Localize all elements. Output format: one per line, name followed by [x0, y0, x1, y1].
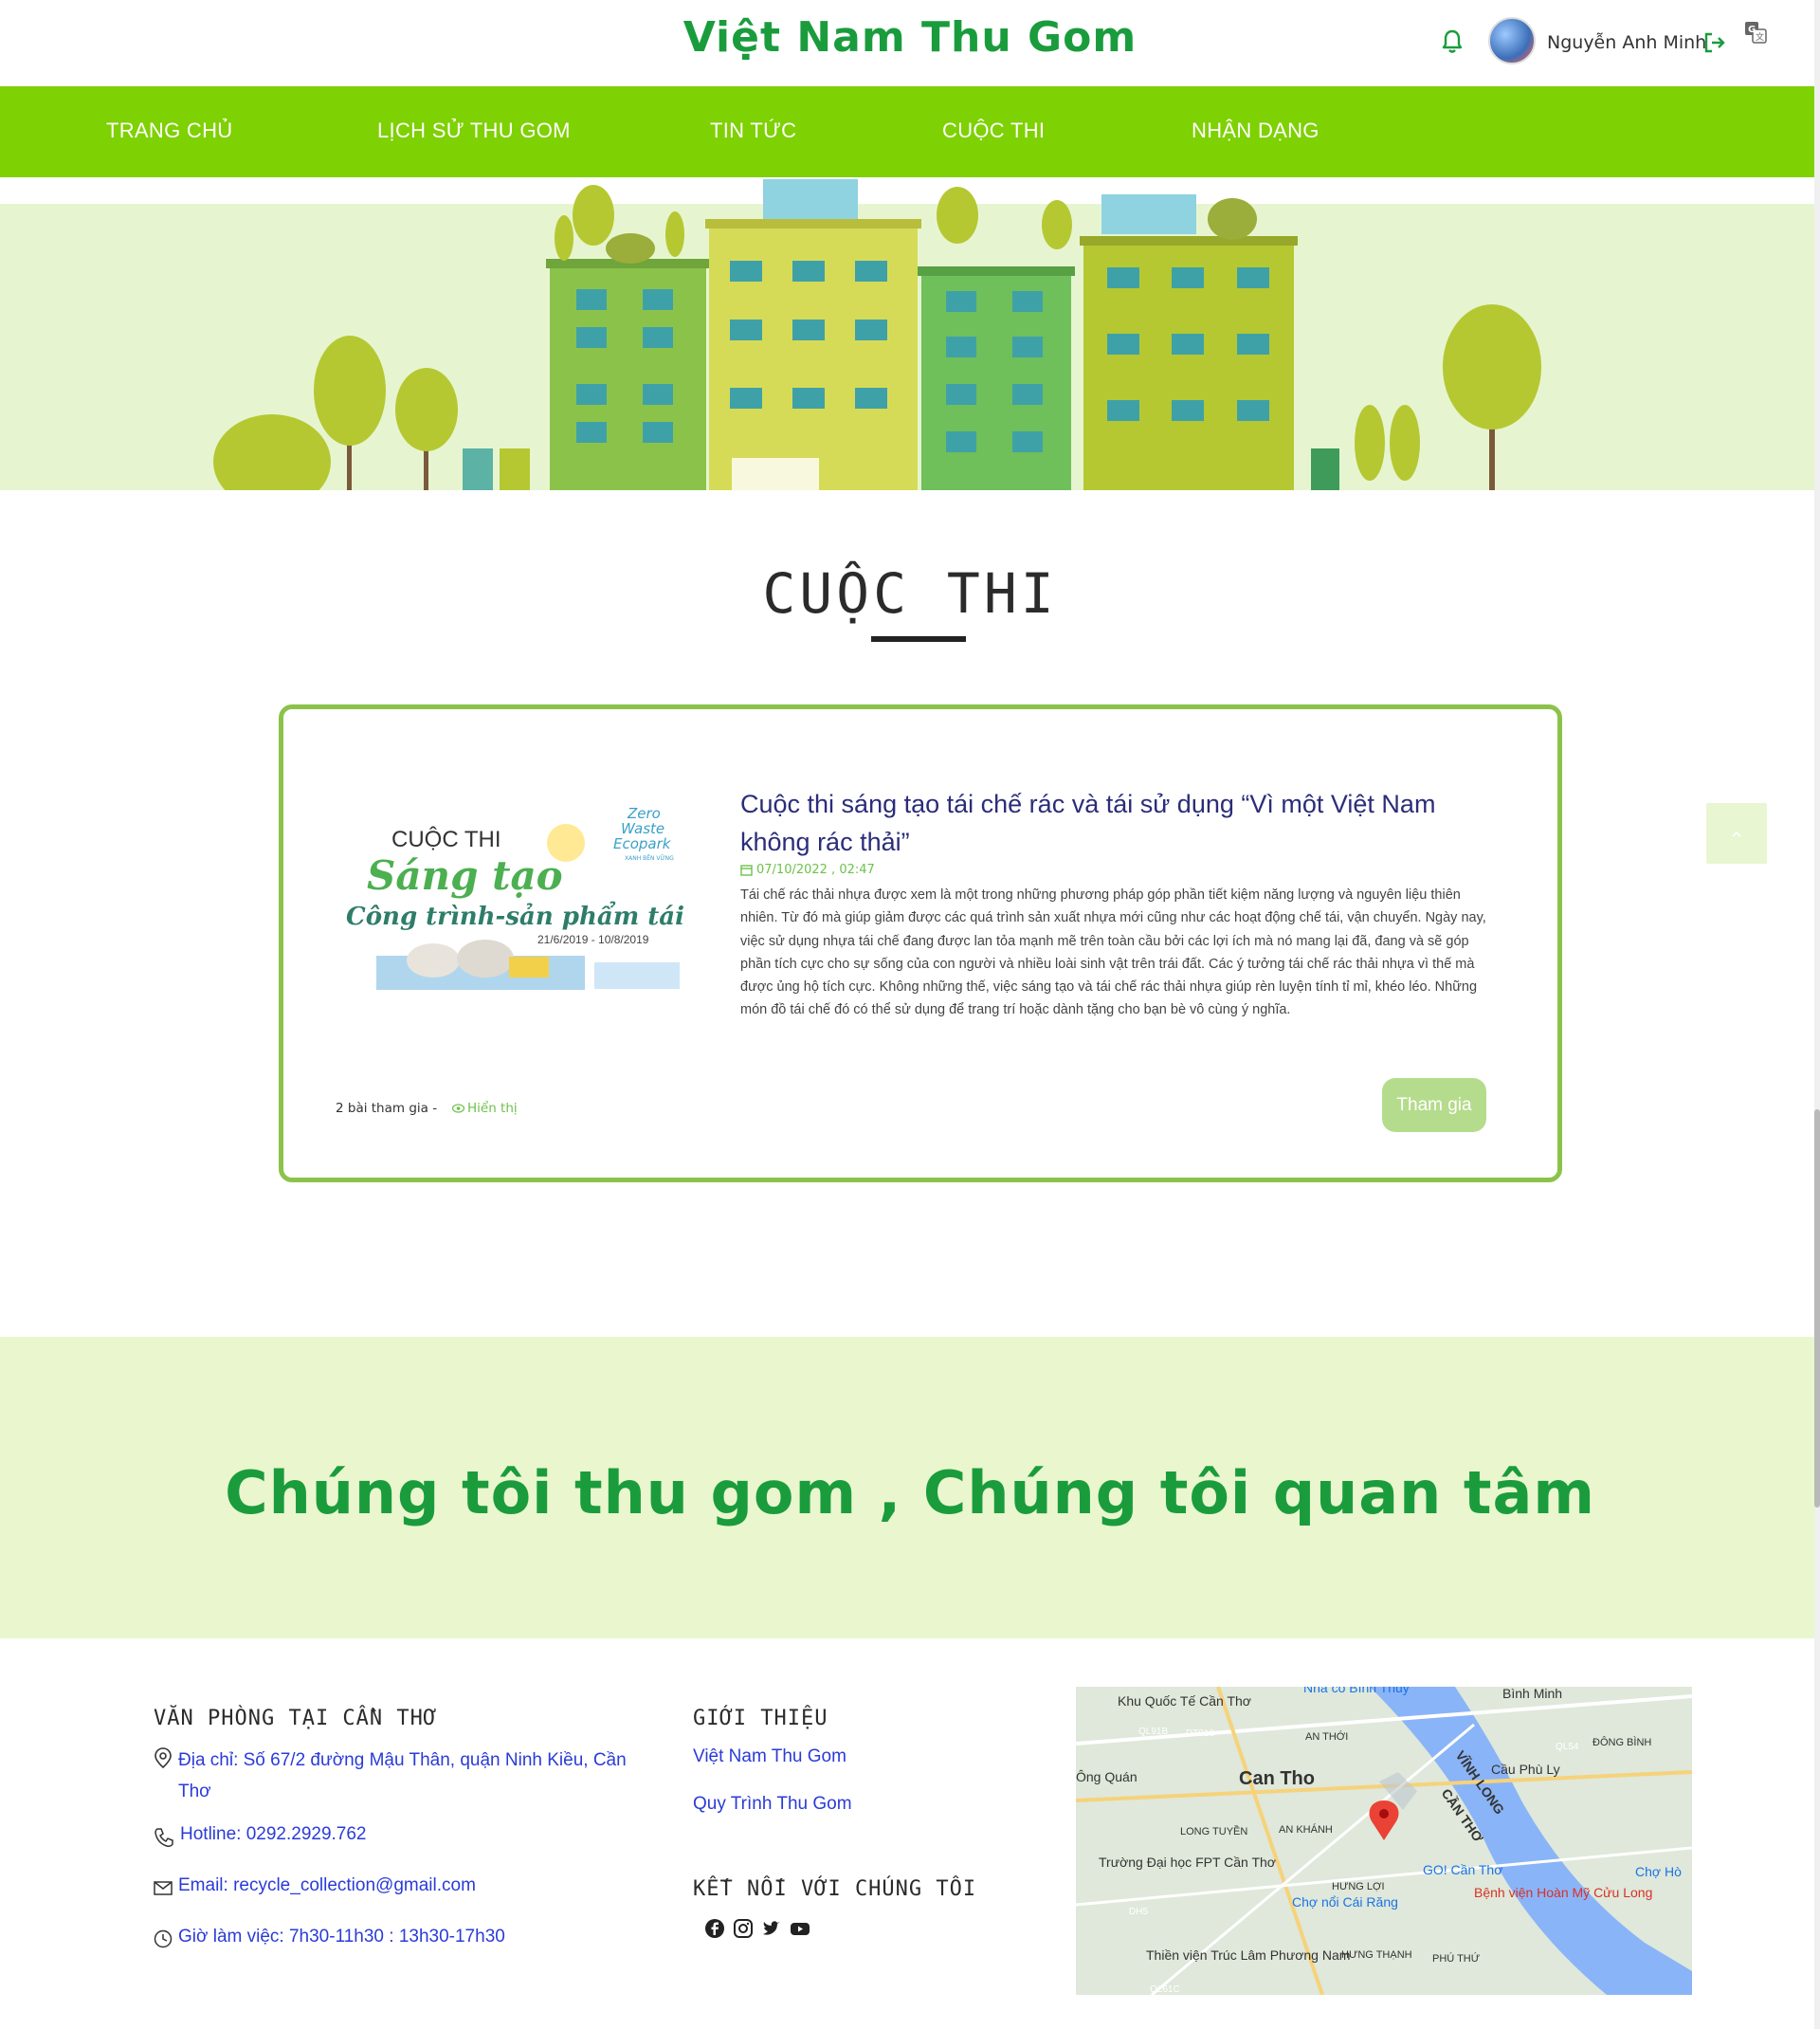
slogan-band: Chúng tôi thu gom , Chúng tôi quan tâm [0, 1337, 1820, 1638]
user-name[interactable]: Nguyễn Anh Minh [1547, 32, 1706, 53]
page-scrollbar-thumb[interactable] [1814, 1109, 1820, 1508]
logout-icon[interactable] [1702, 30, 1727, 55]
address-link[interactable]: Địa chỉ: Số 67/2 đường Mậu Thân, quận Ni… [154, 1745, 646, 1807]
map-label-cho-ho: Chợ Hò [1635, 1864, 1682, 1879]
social-links [704, 1918, 810, 1939]
bell-icon[interactable] [1441, 28, 1464, 55]
thumbnail-dates: 21/6/2019 - 10/8/2019 [537, 933, 649, 946]
svg-text:G: G [1748, 25, 1756, 35]
view-toggle[interactable]: Hiển thị [452, 1101, 518, 1116]
thumbnail-line-1: CUỘC THI [391, 826, 501, 852]
about-link-process[interactable]: Quy Trình Thu Gom [693, 1794, 852, 1815]
map-label-hoan-my: Bệnh viện Hoàn Mỹ Cửu Long [1474, 1885, 1652, 1900]
twitter-icon[interactable] [761, 1918, 782, 1939]
hours-link[interactable]: Giờ làm việc: 7h30-11h30 : 13h30-17h30 [154, 1927, 505, 1948]
nav-item-contest[interactable]: CUỘC THI [942, 119, 1045, 143]
page-scrollbar-track[interactable] [1814, 0, 1820, 2029]
email-link[interactable]: Email: recycle_collection@gmail.com [154, 1875, 476, 1897]
map-label-can-tho: Can Tho [1239, 1768, 1315, 1789]
map-label-dh5: DH5 [1129, 1907, 1148, 1917]
contest-description: Tái chế rác thải nhựa được xem là một tr… [740, 887, 1486, 1018]
map-label-ql54: QL54 [1556, 1742, 1579, 1752]
join-button[interactable]: Tham gia [1382, 1078, 1486, 1132]
view-label: Hiển thị [467, 1101, 518, 1116]
map-label-nha-co: Nhà cổ Bình Thủy [1303, 1687, 1410, 1695]
map-label-cho-noi: Chợ nổi Cái Răng [1292, 1894, 1398, 1910]
map-label-binh-minh: Bình Minh [1502, 1687, 1562, 1701]
thumbnail-line-3: Công trình-sản phẩm tái chế [346, 901, 689, 931]
map-label-dong-binh: ĐÔNG BÌNH [1592, 1736, 1651, 1748]
svg-text:文: 文 [1756, 31, 1764, 43]
address-text: Địa chỉ: Số 67/2 đường Mậu Thân, quận Ni… [178, 1750, 627, 1801]
top-header: Việt Nam Thu Gom Nguyễn Anh Minh G 文 [0, 0, 1820, 86]
eye-icon [452, 1104, 464, 1113]
phone-icon [155, 1828, 173, 1847]
youtube-icon[interactable] [790, 1918, 810, 1939]
map-label-ql61c: QL61C [1150, 1984, 1180, 1995]
scroll-to-top-button[interactable] [1706, 803, 1767, 864]
hero-banner [0, 177, 1820, 490]
avatar[interactable] [1488, 17, 1536, 64]
envelope-icon [154, 1881, 173, 1895]
slogan-text: Chúng tôi thu gom , Chúng tôi quan tâm [225, 1458, 1595, 1527]
map-label-long-tuyen: LONG TUYỀN [1180, 1825, 1247, 1837]
main-nav: TRANG CHỦ LỊCH SỬ THU GOM TIN TỨC CUỘC T… [0, 86, 1820, 177]
translate-icon[interactable]: G 文 [1744, 21, 1767, 44]
chevron-up-icon [1732, 831, 1741, 837]
map-label-cau-phu-ly: Cầu Phù Ly [1491, 1762, 1560, 1777]
entry-count: 2 bài tham gia - [336, 1101, 438, 1116]
map-label-khu-quoc-te: Khu Quốc Tế Cần Thơ [1118, 1693, 1251, 1709]
contest-thumbnail[interactable]: CUỘC THI Sáng tạo Công trình-sản phẩm tá… [338, 790, 689, 998]
map-label-dt918: DT918 [1186, 1728, 1214, 1739]
section-title-underline [871, 636, 966, 642]
nav-item-history[interactable]: LỊCH SỬ THU GOM [377, 119, 571, 143]
contest-card: CUỘC THI Sáng tạo Công trình-sản phẩm tá… [279, 704, 1562, 1182]
calendar-icon [740, 865, 753, 876]
section-title: CUỘC THI [762, 561, 1058, 626]
nav-item-home[interactable]: TRANG CHỦ [106, 119, 232, 143]
thumbnail-logo-3: Ecopark [613, 835, 672, 852]
clock-icon [154, 1929, 173, 1948]
map-label-hung-thanh: HƯNG THẠNH [1341, 1949, 1412, 1961]
map-label-an-khanh: AN KHÁNH [1279, 1823, 1333, 1836]
about-heading: GIỚI THIỆU [693, 1707, 828, 1730]
map-label-ong-quan: Ông Quán [1076, 1769, 1138, 1784]
map-label-an-thoi: AN THỚI [1305, 1730, 1348, 1743]
map-label-phu-thu: PHÚ THỨ [1432, 1952, 1480, 1965]
connect-heading: KẾT NỐI VỚI CHÚNG TÔI [693, 1877, 977, 1901]
contest-title[interactable]: Cuộc thi sáng tạo tái chế rác và tái sử … [740, 785, 1499, 861]
map-label-thien-vien: Thiền viện Trúc Lâm Phương Nam [1146, 1947, 1350, 1963]
nav-item-identify[interactable]: NHẬN DẠNG [1192, 119, 1320, 143]
thumbnail-line-2: Sáng tạo [367, 852, 563, 899]
map-label-hung-loi: HƯNG LỢI [1332, 1881, 1385, 1892]
contest-date: 07/10/2022 , 02:47 [740, 863, 875, 877]
map-label-ql91b: QL91B [1138, 1727, 1168, 1737]
facebook-icon[interactable] [704, 1918, 725, 1939]
about-link-brand[interactable]: Việt Nam Thu Gom [693, 1746, 846, 1767]
thumbnail-logo-4: XANH BỀN VỮNG [625, 854, 674, 862]
map-label-fpt: Trường Đại học FPT Cần Thơ [1099, 1855, 1276, 1870]
email-text: Email: recycle_collection@gmail.com [178, 1875, 476, 1895]
office-heading: VĂN PHÒNG TẠI CẦN THƠ [154, 1707, 438, 1730]
hotline-text: Hotline: 0292.2929.762 [180, 1824, 367, 1844]
hotline-link[interactable]: Hotline: 0292.2929.762 [154, 1824, 367, 1848]
city-illustration [0, 179, 1820, 490]
location-map[interactable]: Bình Minh Can Tho CẦN THƠ VĨNH LONG Cầu … [1076, 1687, 1692, 1995]
map-label-go: GO! Cần Thơ [1423, 1862, 1502, 1877]
nav-item-news[interactable]: TIN TỨC [710, 119, 796, 143]
instagram-icon[interactable] [733, 1918, 754, 1939]
hours-text: Giờ làm việc: 7h30-11h30 : 13h30-17h30 [178, 1927, 505, 1947]
location-pin-icon [155, 1747, 172, 1768]
contest-date-text: 07/10/2022 , 02:47 [756, 863, 875, 877]
